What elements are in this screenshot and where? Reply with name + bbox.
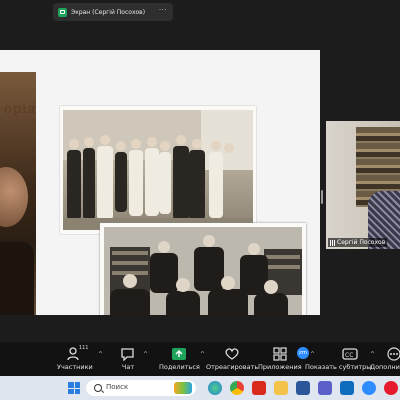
- windows-taskbar: Поиск: [0, 376, 400, 400]
- search-icon: [94, 384, 102, 392]
- group-photo-1-image: [63, 110, 253, 230]
- shared-screen: орія: [0, 50, 320, 315]
- opera-icon[interactable]: [384, 381, 398, 395]
- word-icon[interactable]: [296, 381, 310, 395]
- more-label: Дополнит: [370, 363, 400, 371]
- group-photo-1: [60, 106, 256, 234]
- participant-name: Сергій Посохов: [337, 239, 386, 246]
- share-button[interactable]: Поделиться: [159, 346, 200, 371]
- mic-icon: [330, 239, 335, 246]
- svg-text:CC: CC: [345, 352, 353, 359]
- chrome-icon[interactable]: [230, 381, 244, 395]
- windows-start-icon[interactable]: [68, 382, 80, 394]
- portrait-title: орія: [4, 102, 36, 117]
- split-view-handle[interactable]: [321, 190, 323, 204]
- cc-icon: CC: [342, 346, 358, 360]
- react-label: Отреагировать: [206, 363, 259, 371]
- captions-label: Показать субтитры: [305, 363, 372, 371]
- edge-icon[interactable]: [208, 381, 222, 395]
- search-placeholder: Поиск: [106, 383, 129, 391]
- more-options-icon[interactable]: ···: [159, 6, 167, 14]
- react-button[interactable]: Отреагировать: [206, 346, 258, 371]
- apps-icon: [272, 346, 288, 361]
- heart-icon: [224, 346, 240, 360]
- participants-chevron-up-icon[interactable]: ^: [98, 351, 103, 358]
- chat-icon: [120, 346, 136, 362]
- participant-video[interactable]: Сергій Посохов: [326, 121, 400, 249]
- more-icon: [386, 346, 400, 361]
- share-title: Экран (Сергій Посохов): [71, 8, 146, 16]
- teams-icon[interactable]: [318, 381, 332, 395]
- apps-button[interactable]: Приложения: [258, 346, 302, 371]
- share-indicator[interactable]: Экран (Сергій Посохов) ···: [53, 3, 173, 21]
- apps-label: Приложения: [258, 363, 302, 371]
- acrobat-icon[interactable]: [252, 381, 266, 395]
- participants-icon: 111: [67, 345, 88, 361]
- group-photo-2-image: [104, 227, 302, 315]
- more-button[interactable]: Дополнит: [370, 346, 400, 371]
- file-explorer-icon[interactable]: [274, 381, 288, 395]
- participants-button[interactable]: 111 Участники: [57, 345, 93, 371]
- participants-label: Участники: [57, 363, 93, 371]
- share-screen-icon: [171, 346, 187, 360]
- taskbar-search[interactable]: Поиск: [86, 380, 196, 396]
- participant-name-tag: Сергій Посохов: [328, 238, 388, 247]
- chat-button[interactable]: Чат: [120, 346, 136, 371]
- meeting-toolbar: 111 Участники ^ Чат ^ Поделиться ^ Отреа…: [0, 342, 400, 376]
- group-photo-2: [100, 223, 306, 315]
- screen-share-icon: [58, 7, 67, 17]
- share-label: Поделиться: [159, 363, 200, 371]
- chat-chevron-up-icon[interactable]: ^: [143, 351, 148, 358]
- outlook-icon[interactable]: [340, 381, 354, 395]
- captions-button[interactable]: CC Показать субтитры: [305, 346, 371, 371]
- portrait-photo: орія: [0, 72, 36, 315]
- chat-label: Чат: [121, 363, 135, 371]
- share-chevron-up-icon[interactable]: ^: [200, 351, 205, 358]
- zoom-icon[interactable]: [362, 381, 376, 395]
- search-highlight-icon: [174, 382, 192, 394]
- participants-count: 111: [78, 345, 89, 351]
